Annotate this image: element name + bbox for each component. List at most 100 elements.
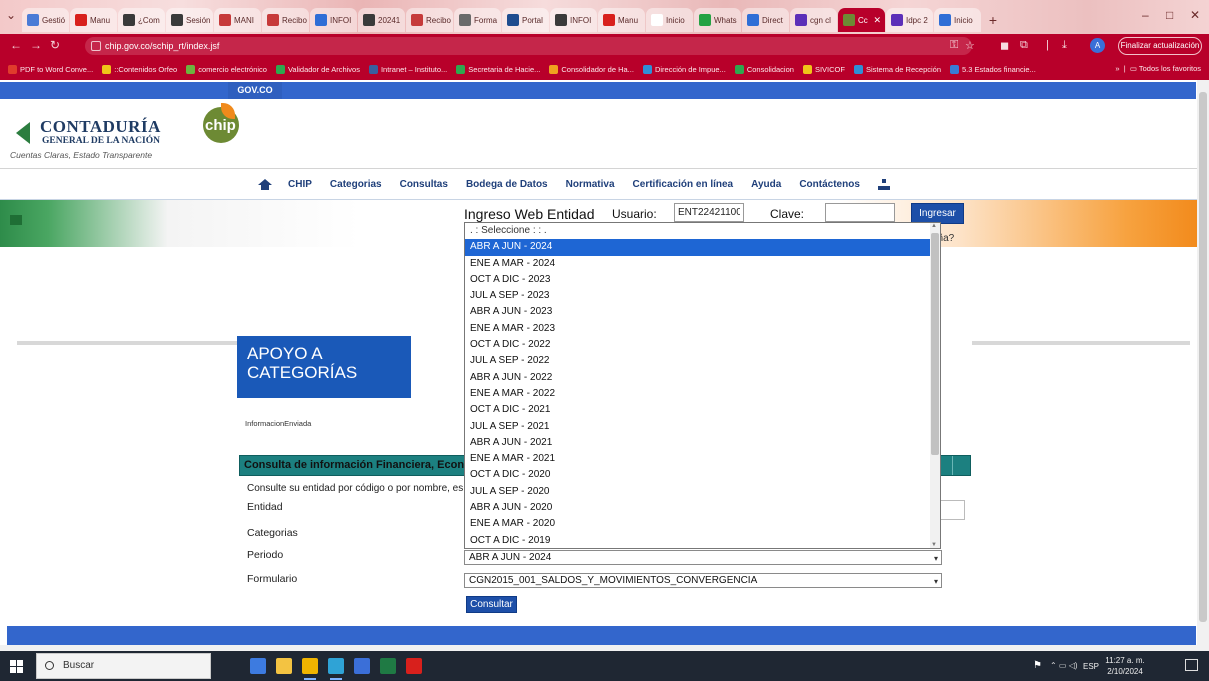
- login-button[interactable]: Ingresar: [911, 203, 964, 224]
- browser-tab[interactable]: INFOI: [550, 8, 597, 32]
- extension-icon[interactable]: ◼: [1000, 39, 1009, 52]
- browser-tab[interactable]: Manu: [598, 8, 645, 32]
- nav-consultas[interactable]: Consultas: [400, 179, 448, 190]
- excel-app-icon[interactable]: [380, 658, 396, 674]
- dropdown-option[interactable]: OCT A DIC - 2023: [465, 272, 931, 288]
- dropdown-option[interactable]: JUL A SEP - 2021: [465, 419, 931, 435]
- nav-normativa[interactable]: Normativa: [566, 179, 615, 190]
- scroll-down-icon[interactable]: ▼: [931, 542, 937, 548]
- browser-tab[interactable]: Cc ✕: [838, 8, 885, 32]
- browser-tab[interactable]: Manu: [70, 8, 117, 32]
- bookmark-item[interactable]: Intranet – Instituto...: [368, 64, 447, 74]
- extensions-puzzle-icon[interactable]: ⧉: [1020, 39, 1028, 52]
- download-icon[interactable]: ⤓: [1062, 39, 1067, 52]
- clock[interactable]: 11:27 a. m. 2/10/2024: [1100, 655, 1150, 677]
- dropdown-option[interactable]: OCT A DIC - 2021: [465, 402, 931, 418]
- bookmarks-more-icon[interactable]: »: [1115, 64, 1119, 73]
- edge-app-icon[interactable]: [328, 658, 344, 680]
- all-bookmarks-link[interactable]: Todos los favoritos: [1139, 64, 1201, 73]
- browser-tab[interactable]: Recibo: [406, 8, 453, 32]
- browser-tab[interactable]: cgn cl: [790, 8, 837, 32]
- chrome-app-icon[interactable]: [302, 658, 318, 680]
- browser-tab[interactable]: Portal: [502, 8, 549, 32]
- username-input[interactable]: [674, 203, 744, 222]
- dropdown-option[interactable]: JUL A SEP - 2020: [465, 484, 931, 500]
- browser-tab[interactable]: 20241: [358, 8, 405, 32]
- nav-chip[interactable]: CHIP: [288, 179, 312, 190]
- dropdown-scroll-thumb[interactable]: [931, 233, 939, 455]
- dropdown-scrollbar[interactable]: ▲ ▼: [930, 223, 940, 548]
- maximize-button[interactable]: □: [1166, 8, 1173, 22]
- nav-contactenos[interactable]: Contáctenos: [799, 179, 860, 190]
- files-app-icon[interactable]: [276, 658, 292, 674]
- dropdown-option[interactable]: ABR A JUN - 2022: [465, 370, 931, 386]
- browser-tab[interactable]: Inicio: [934, 8, 981, 32]
- page-scrollbar[interactable]: [1197, 80, 1209, 651]
- nav-categorias[interactable]: Categorias: [330, 179, 382, 190]
- home-icon[interactable]: [258, 178, 272, 190]
- explorer-app-icon[interactable]: [250, 658, 266, 674]
- dropdown-option[interactable]: ABR A JUN - 2023: [465, 304, 931, 320]
- bookmarks-more-and-all[interactable]: » | ▭ Todos los favoritos: [1115, 64, 1201, 73]
- browser-tab[interactable]: Forma: [454, 8, 501, 32]
- page-scroll-thumb[interactable]: [1199, 92, 1207, 622]
- periodo-dropdown-list[interactable]: . : Seleccione : : . ABR A JUN - 2024 ENE…: [464, 222, 941, 549]
- bookmark-item[interactable]: comercio electrónico: [186, 64, 267, 74]
- minimize-button[interactable]: –: [1142, 8, 1149, 22]
- browser-tab[interactable]: Direct: [742, 8, 789, 32]
- bookmark-star-icon[interactable]: ☆: [965, 39, 975, 52]
- dropdown-option[interactable]: OCT A DIC - 2020: [465, 467, 931, 483]
- language-indicator[interactable]: ESP: [1083, 662, 1099, 671]
- consultar-button[interactable]: Consultar: [466, 596, 517, 613]
- govco-logo[interactable]: GOV.CO: [228, 82, 282, 99]
- browser-tab[interactable]: ¿Com: [118, 8, 165, 32]
- forward-icon[interactable]: →: [30, 38, 42, 52]
- bookmark-item[interactable]: Sistema de Recepción: [853, 64, 941, 74]
- dropdown-option[interactable]: JUL A SEP - 2022: [465, 353, 931, 369]
- contaduria-logo[interactable]: CONTADURÍA GENERAL DE LA NACIÓN Cuentas …: [10, 112, 190, 162]
- tray-icons[interactable]: ⌃ ▭ ◁): [1050, 661, 1078, 670]
- dropdown-option[interactable]: OCT A DIC - 2022: [465, 337, 931, 353]
- browser-tab[interactable]: Gestió: [22, 8, 69, 32]
- chip-logo[interactable]: chip: [203, 103, 239, 143]
- browser-tab[interactable]: Sesión: [166, 8, 213, 32]
- nav-ayuda[interactable]: Ayuda: [751, 179, 781, 190]
- tab-close-icon[interactable]: ✕: [873, 15, 881, 26]
- apoyo-categorias-banner[interactable]: APOYO A CATEGORÍAS: [237, 336, 411, 398]
- dropdown-option[interactable]: ENE A MAR - 2021: [465, 451, 931, 467]
- address-bar[interactable]: chip.gov.co/schip_rt/index.jsf: [85, 37, 972, 55]
- nav-certificacion[interactable]: Certificación en línea: [633, 179, 734, 190]
- periodo-select[interactable]: ABR A JUN - 2024 ▾: [464, 550, 942, 565]
- dropdown-option[interactable]: ABR A JUN - 2020: [465, 500, 931, 516]
- browser-tab[interactable]: Inicio: [646, 8, 693, 32]
- dropdown-option[interactable]: ENE A MAR - 2024: [465, 256, 931, 272]
- new-tab-button[interactable]: +: [982, 8, 1004, 32]
- bookmark-item[interactable]: Consolidacion: [734, 64, 794, 74]
- dropdown-option[interactable]: ENE A MAR - 2022: [465, 386, 931, 402]
- browser-tab[interactable]: Whats: [694, 8, 741, 32]
- taskbar-search[interactable]: Buscar: [36, 653, 211, 679]
- formulario-select[interactable]: CGN2015_001_SALDOS_Y_MOVIMIENTOS_CONVERG…: [464, 573, 942, 588]
- network-error-icon[interactable]: ⚑: [1033, 660, 1042, 671]
- dropdown-option[interactable]: ENE A MAR - 2020: [465, 516, 931, 532]
- browser-tab[interactable]: INFOI: [310, 8, 357, 32]
- browser-tab[interactable]: Idpc 2: [886, 8, 933, 32]
- tab-search-icon[interactable]: ⌄: [6, 8, 16, 22]
- dropdown-option[interactable]: ABR A JUN - 2024: [465, 239, 931, 256]
- bookmark-item[interactable]: Validador de Archivos: [275, 64, 360, 74]
- dropdown-option[interactable]: JUL A SEP - 2023: [465, 288, 931, 304]
- sitemap-icon[interactable]: [877, 178, 890, 190]
- bookmark-item[interactable]: ::Contenidos Orfeo: [102, 64, 177, 74]
- bookmark-item[interactable]: Consolidador de Ha...: [549, 64, 634, 74]
- bookmark-item[interactable]: PDF to Word Conve...: [8, 64, 93, 74]
- bookmark-item[interactable]: 5.3 Estados financie...: [950, 64, 1036, 74]
- browser-tab[interactable]: Recibo: [262, 8, 309, 32]
- profile-avatar[interactable]: A: [1090, 38, 1105, 53]
- app-blue-app-icon[interactable]: [354, 658, 370, 674]
- notification-icon[interactable]: [1185, 659, 1198, 671]
- close-window-button[interactable]: ✕: [1190, 8, 1200, 22]
- password-input[interactable]: [825, 203, 895, 222]
- site-info-icon[interactable]: [91, 41, 101, 51]
- dropdown-option[interactable]: OCT A DIC - 2019: [465, 533, 931, 548]
- bookmark-item[interactable]: SIVICOF: [802, 64, 845, 74]
